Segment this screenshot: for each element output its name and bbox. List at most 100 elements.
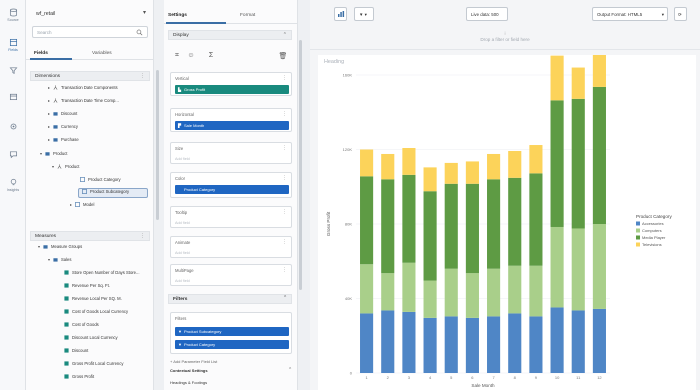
more-icon[interactable]: ⋮ bbox=[140, 233, 145, 239]
tooltip-well[interactable]: Tooltip ⋮ Add field bbox=[170, 206, 292, 228]
bar-segment[interactable] bbox=[444, 316, 458, 373]
tab-fields[interactable]: Fields bbox=[34, 51, 48, 56]
chart-picker-button[interactable] bbox=[334, 7, 347, 21]
bar-segment[interactable] bbox=[465, 183, 479, 274]
more-icon[interactable]: ⋮ bbox=[140, 73, 145, 79]
tree-item[interactable]: ▾ Sales bbox=[48, 257, 71, 267]
tree-item[interactable]: ▸ Transaction Date Time Comp... bbox=[48, 98, 119, 108]
datasource-selector[interactable]: wf_retail ▾ bbox=[36, 9, 146, 21]
filter-dropdown-button[interactable]: ▼ ▾ bbox=[354, 7, 374, 21]
live-data-button[interactable]: Live data: 500 bbox=[466, 7, 508, 21]
color-well[interactable]: Color ⋮ Product Category bbox=[170, 172, 292, 198]
bar-segment[interactable] bbox=[381, 273, 395, 311]
bar-segment[interactable] bbox=[487, 316, 501, 373]
tree-item[interactable]: Store Open Number of Days Store... bbox=[64, 270, 140, 280]
add-parameter-link[interactable]: + Add Parameter Field List bbox=[170, 359, 217, 364]
tree-item[interactable]: ▸ Discount bbox=[48, 111, 77, 121]
chart-type-icon[interactable]: ⌗ bbox=[172, 52, 182, 62]
tree-item[interactable]: Cost of Goods bbox=[64, 322, 99, 332]
bar-segment[interactable] bbox=[550, 55, 564, 101]
multipage-well[interactable]: MultiPage ⋮ Add field bbox=[170, 264, 292, 286]
bar-segment[interactable] bbox=[550, 226, 564, 308]
bar-segment[interactable] bbox=[423, 167, 437, 192]
bar-segment[interactable] bbox=[360, 313, 374, 373]
legend-item[interactable]: Media Player bbox=[642, 235, 666, 240]
tree-item[interactable]: ▸ Purchase bbox=[48, 137, 79, 147]
tab-settings[interactable]: Settings bbox=[168, 13, 187, 18]
bar-segment[interactable] bbox=[402, 262, 416, 312]
bar-segment[interactable] bbox=[529, 173, 543, 266]
field-pill-product-category[interactable]: Product Category bbox=[175, 185, 289, 194]
bar-segment[interactable] bbox=[465, 273, 479, 318]
animate-well[interactable]: Animate ⋮ Add field bbox=[170, 236, 292, 258]
tree-item[interactable]: ▾ Product bbox=[40, 151, 67, 161]
fields-scrollbar[interactable] bbox=[156, 70, 159, 220]
bar-segment[interactable] bbox=[571, 228, 585, 311]
bar-segment[interactable] bbox=[487, 179, 501, 269]
bar-segment[interactable] bbox=[529, 316, 543, 373]
vertical-well[interactable]: Vertical ⋮ ▙ Gross Profit bbox=[170, 72, 292, 96]
filter-drop-zone[interactable]: ⁝ Drop a filter or field here bbox=[310, 30, 700, 50]
bar-segment[interactable] bbox=[592, 308, 606, 373]
bar-segment[interactable] bbox=[423, 317, 437, 373]
measures-header[interactable]: Measures ⋮ bbox=[30, 231, 150, 241]
rail-item-calendar[interactable] bbox=[0, 92, 26, 101]
bar-segment[interactable] bbox=[508, 313, 522, 373]
bar-segment[interactable] bbox=[487, 153, 501, 180]
rail-item-filter[interactable] bbox=[0, 66, 26, 75]
filters-section-header[interactable]: Filters ⌃ bbox=[168, 294, 292, 304]
bar-segment[interactable] bbox=[592, 86, 606, 224]
bar-segment[interactable] bbox=[465, 161, 479, 184]
more-icon[interactable]: ⋮ bbox=[282, 145, 287, 151]
tree-item[interactable]: Revenue Local Per SQ. M. bbox=[64, 296, 122, 306]
bar-segment[interactable] bbox=[381, 153, 395, 180]
output-format-dropdown[interactable]: Output Format: HTML5 ▾ bbox=[592, 7, 668, 21]
size-well[interactable]: Size ⋮ Add field bbox=[170, 142, 292, 164]
bar-segment[interactable] bbox=[571, 98, 585, 229]
settings-scrollbar[interactable] bbox=[299, 40, 302, 290]
more-icon[interactable]: ⋮ bbox=[282, 111, 287, 117]
tree-item[interactable]: ▾ Product bbox=[52, 164, 79, 174]
tree-item[interactable]: Gross Profit Local Currency bbox=[64, 361, 123, 371]
bar-segment[interactable] bbox=[571, 67, 585, 99]
rail-item-fields[interactable]: Fields bbox=[0, 38, 26, 52]
bar-segment[interactable] bbox=[423, 191, 437, 281]
tree-item[interactable]: ▸ Model bbox=[70, 202, 94, 212]
tree-item[interactable]: Revenue Per Sq. Ft. bbox=[64, 283, 110, 293]
field-pill-gross-profit[interactable]: ▙ Gross Profit bbox=[175, 85, 289, 94]
bar-segment[interactable] bbox=[550, 100, 564, 227]
bar-segment[interactable] bbox=[592, 224, 606, 309]
rail-item-settings[interactable] bbox=[0, 122, 26, 131]
bar-segment[interactable] bbox=[508, 177, 522, 266]
bar-segment[interactable] bbox=[402, 148, 416, 175]
bar-segment[interactable] bbox=[465, 317, 479, 373]
bar-segment[interactable] bbox=[571, 310, 585, 373]
tree-item[interactable]: Discount bbox=[64, 348, 88, 358]
more-icon[interactable]: ⋮ bbox=[282, 267, 287, 273]
display-section-header[interactable]: Display ⌃ bbox=[168, 30, 292, 40]
bar-segment[interactable] bbox=[529, 265, 543, 317]
bar-segment[interactable] bbox=[381, 179, 395, 274]
tree-item[interactable]: Discount Local Currency bbox=[64, 335, 118, 345]
more-icon[interactable]: ⋮ bbox=[282, 209, 287, 215]
filter-pill-product-category[interactable]: ▼ Product Category bbox=[175, 340, 289, 349]
search-input[interactable]: Search bbox=[32, 26, 148, 38]
bar-segment[interactable] bbox=[360, 264, 374, 314]
bar-segment[interactable] bbox=[444, 162, 458, 184]
tree-item[interactable]: ▸ Transaction Date Components bbox=[48, 85, 118, 95]
bar-segment[interactable] bbox=[444, 268, 458, 317]
tree-item[interactable]: ▾ Measure Groups bbox=[38, 244, 82, 254]
rail-item-comments[interactable] bbox=[0, 150, 26, 159]
more-icon[interactable]: ⋮ bbox=[282, 239, 287, 245]
bar-segment[interactable] bbox=[360, 176, 374, 265]
tree-item-selected[interactable]: Product Subcategory bbox=[78, 188, 148, 198]
field-pill-sale-month[interactable]: ▛ Sale Month bbox=[175, 121, 289, 130]
legend-item[interactable]: Televisions bbox=[642, 242, 662, 247]
headings-footings-item[interactable]: Headings & Footings bbox=[170, 380, 207, 385]
bar-segment[interactable] bbox=[444, 183, 458, 269]
refresh-button[interactable]: ⟳ bbox=[674, 7, 687, 21]
bar-segment[interactable] bbox=[529, 145, 543, 174]
trash-icon[interactable]: 🗑 bbox=[278, 52, 288, 62]
rail-item-insights[interactable]: Insights bbox=[0, 178, 26, 192]
bar-segment[interactable] bbox=[381, 310, 395, 373]
